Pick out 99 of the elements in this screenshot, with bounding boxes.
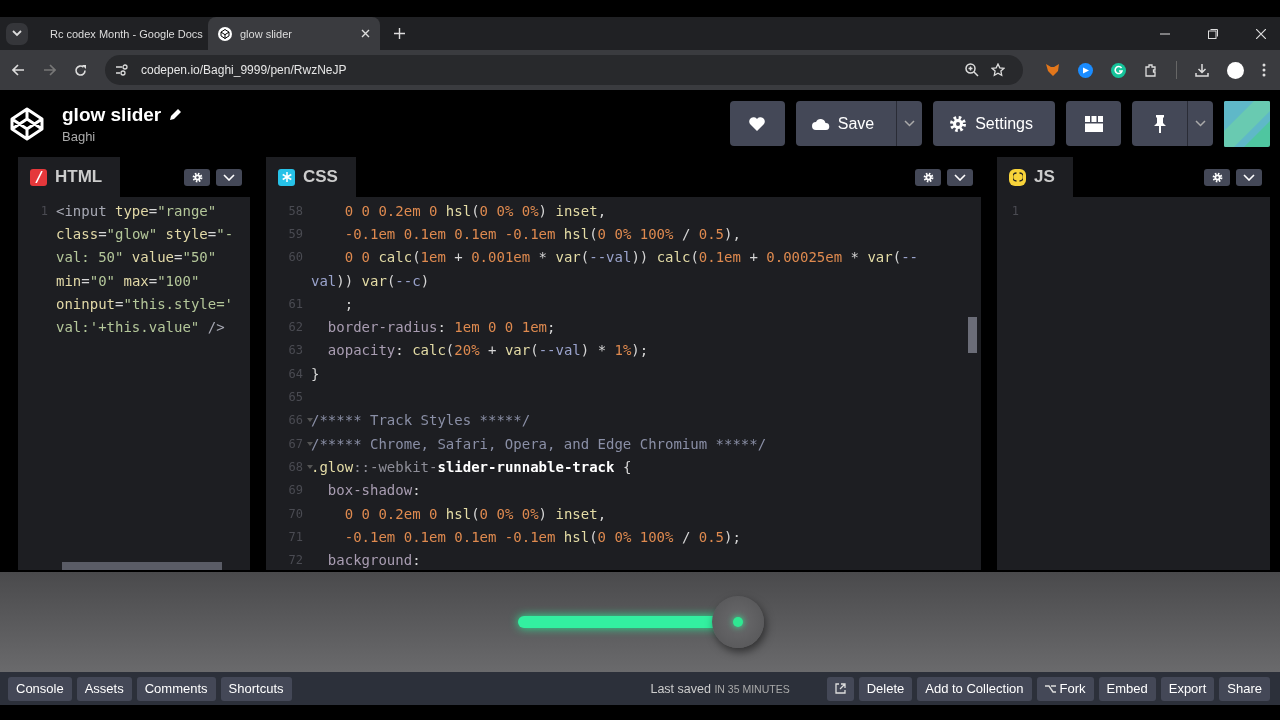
chevron-down-icon xyxy=(223,173,235,181)
minimize-icon[interactable] xyxy=(1160,32,1170,35)
code-line: val:'+this.value" /> xyxy=(56,319,225,336)
forward-icon[interactable] xyxy=(43,64,56,76)
code-line: 0 0 0.2em 0 hsl(0 0% 0%) inset, xyxy=(344,505,607,522)
code-line: background: xyxy=(327,552,421,569)
code-line: 0 0 0.2em 0 hsl(0 0% 0%) inset, xyxy=(344,202,607,219)
extensions-icon[interactable] xyxy=(1144,63,1158,77)
chevron-down-icon xyxy=(1195,120,1206,127)
heart-button[interactable] xyxy=(729,101,785,146)
code-line: val: 50" value="50" xyxy=(56,249,217,266)
code-line: /***** Track Styles *****/ xyxy=(311,412,531,429)
code-line: val)) var(--c) xyxy=(311,272,430,289)
css-badge-icon xyxy=(278,168,295,186)
close-icon[interactable] xyxy=(1256,28,1266,39)
chevron-down-icon xyxy=(12,30,22,37)
footer-button[interactable]: Add to Collection xyxy=(917,676,1032,701)
fork-button[interactable]: Fork xyxy=(1036,676,1094,701)
reload-icon[interactable] xyxy=(74,63,87,77)
editor-tab[interactable]: CSS xyxy=(266,157,356,197)
scrollbar-thumb[interactable] xyxy=(968,317,977,353)
code-line: -0.1em 0.1em 0.1em -0.1em hsl(0 0% 100% / 0.5); xyxy=(344,528,741,545)
play-icon[interactable] xyxy=(1078,62,1093,78)
footer-button[interactable]: Shortcuts xyxy=(220,676,292,701)
cube-icon xyxy=(218,26,232,41)
slider-thumb[interactable] xyxy=(712,596,764,648)
pin-icon xyxy=(1152,113,1167,134)
open-external-button[interactable] xyxy=(826,676,854,701)
footer-button[interactable]: Delete xyxy=(858,676,913,701)
url-text[interactable]: codepen.io/Baghi_9999/pen/RwzNeJP xyxy=(141,63,347,77)
last-saved-text: Last saved IN 35 MINUTES xyxy=(650,681,790,696)
settings-icon xyxy=(949,114,968,133)
zoom-icon[interactable] xyxy=(965,63,979,77)
js-badge-icon xyxy=(1009,168,1026,186)
settings-icon xyxy=(191,171,203,183)
code-line: ; xyxy=(344,295,354,312)
author-name[interactable]: Baghi xyxy=(62,128,183,144)
footer-button[interactable]: Export xyxy=(1160,676,1215,701)
pin-button[interactable] xyxy=(1132,101,1187,146)
tab-list-button[interactable] xyxy=(6,22,28,45)
new-tab-icon[interactable] xyxy=(394,28,405,39)
code-line: .glow::-webkit-slider-runnable-track { xyxy=(311,458,632,475)
code-line: min="0" max="100" xyxy=(56,272,200,289)
code-line: oninput="this.style=' xyxy=(56,295,234,312)
glow-slider[interactable] xyxy=(517,596,763,648)
editor-tab[interactable]: JS xyxy=(997,157,1073,197)
editor-tab[interactable]: HTML xyxy=(18,157,121,197)
layout-button[interactable] xyxy=(1066,101,1121,146)
codepen-logo-icon[interactable] xyxy=(9,105,45,142)
heart-icon xyxy=(748,115,767,132)
chevron-down-icon xyxy=(954,173,966,181)
site-settings-icon[interactable] xyxy=(115,64,129,76)
grammar-icon[interactable] xyxy=(1111,62,1126,78)
settings-icon xyxy=(1211,171,1223,183)
footer-button[interactable]: Comments xyxy=(136,676,216,701)
download-icon[interactable] xyxy=(1195,63,1209,77)
editor-collapse-button[interactable] xyxy=(1236,168,1262,186)
settings-button[interactable]: Settings xyxy=(933,101,1055,146)
external-link-icon xyxy=(834,683,846,694)
scrollbar-thumb[interactable] xyxy=(62,562,222,570)
html-badge-icon xyxy=(30,168,47,186)
chevron-down-icon xyxy=(1243,173,1255,181)
menu-icon[interactable] xyxy=(1262,63,1266,77)
chevron-down-icon xyxy=(904,120,916,127)
editor-settings-button[interactable] xyxy=(1204,168,1230,186)
code-line: } xyxy=(311,365,320,382)
fox-icon[interactable] xyxy=(1045,63,1060,77)
profile-avatar-icon[interactable] xyxy=(1227,61,1244,79)
close-icon[interactable] xyxy=(361,29,370,38)
save-options-button[interactable] xyxy=(896,101,923,146)
footer-button[interactable]: Share xyxy=(1219,676,1270,701)
user-avatar-icon[interactable] xyxy=(1224,100,1270,147)
code-line: -0.1em 0.1em 0.1em -0.1em hsl(0 0% 100% / 0.5), xyxy=(344,225,741,242)
editor-collapse-button[interactable] xyxy=(947,168,973,186)
star-icon[interactable] xyxy=(991,63,1005,77)
footer-button[interactable]: Console xyxy=(8,676,72,701)
save-button[interactable]: Save xyxy=(795,101,897,146)
pencil-icon[interactable] xyxy=(168,107,183,122)
settings-icon xyxy=(922,171,934,183)
footer-button[interactable]: Assets xyxy=(76,676,132,701)
code-line: box-shadow: xyxy=(327,482,421,499)
editor-settings-button[interactable] xyxy=(184,168,210,186)
browser-tab[interactable]: Rc codex Month - Google Docs xyxy=(32,17,204,50)
back-icon[interactable] xyxy=(12,64,25,76)
pen-title: glow slider xyxy=(62,103,162,126)
editor-collapse-button[interactable] xyxy=(216,168,242,186)
code-line: border-radius: 1em 0 0 1em; xyxy=(327,319,556,336)
editor-settings-button[interactable] xyxy=(915,168,941,186)
layout-icon xyxy=(1084,115,1103,132)
restore-icon[interactable] xyxy=(1208,28,1218,39)
code-line: class="glow" style="- xyxy=(56,225,234,242)
browser-tab[interactable]: glow slider xyxy=(208,17,380,50)
cloud-icon xyxy=(811,117,830,130)
footer-button[interactable]: Embed xyxy=(1098,676,1156,701)
code-line: 0 0 calc(1em + 0.001em * var(--val)) calc(0.1em + 0.00025em * var(-- xyxy=(344,249,919,266)
code-line: /***** Chrome, Safari, Opera, and Edge Chromium *****/ xyxy=(311,435,767,452)
fork-icon xyxy=(1044,684,1056,693)
code-line: aopacity: calc(20% + var(--val) * 1%); xyxy=(327,342,649,359)
code-line: <input type="range" xyxy=(56,202,217,219)
